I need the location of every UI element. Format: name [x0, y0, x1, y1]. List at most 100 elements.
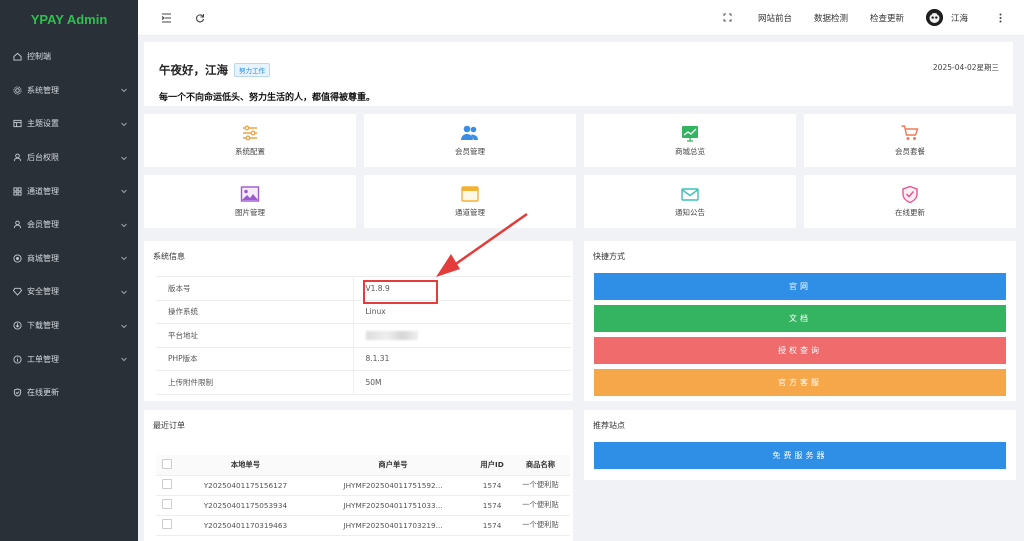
shortcut-tile[interactable]: 会员套餐 [804, 114, 1016, 167]
shortcut-tile[interactable]: 在线更新 [804, 175, 1016, 228]
info-key: 版本号 [156, 276, 354, 301]
main-content: 午夜好，江海 努力工作 2025-04-02星期三 每一个不向命运低头、努力生活… [138, 36, 1024, 541]
refresh-icon[interactable] [192, 10, 208, 26]
chart-icon [680, 124, 700, 142]
row-select-cell [156, 495, 178, 516]
quick-link-button[interactable]: 文档 [594, 305, 1006, 332]
shortcut-tile[interactable]: 系统配置 [144, 114, 356, 167]
table-row: PHP版本 8.1.31 [156, 346, 571, 371]
info-key: 操作系统 [156, 299, 354, 324]
quick-link-button[interactable]: 授权查询 [594, 337, 1006, 364]
table-row: 上传附件限制 50M [156, 370, 571, 395]
header-link-check-update[interactable]: 检查更新 [870, 12, 904, 24]
sidebar-item[interactable]: 通道管理 [0, 174, 138, 208]
shield-icon [12, 388, 22, 398]
row-select-cell [156, 515, 178, 536]
shortcut-tile[interactable]: 通道管理 [364, 175, 576, 228]
chevron-down-icon [120, 86, 128, 94]
table-cell: 1574 [473, 495, 511, 516]
layout-icon [12, 119, 22, 129]
quick-links-title: 快捷方式 [593, 252, 625, 261]
username: 江海 [950, 13, 968, 24]
sidebar-item[interactable]: 工单管理 [0, 342, 138, 376]
table-cell: 一个便利贴 [510, 495, 570, 516]
info-value-text: Linux [365, 307, 386, 317]
select-all-checkbox[interactable] [162, 458, 172, 469]
table-header-row: 本地单号 商户单号 用户ID 商品名称 [156, 455, 570, 476]
sidebar-item-label: 后台权限 [27, 153, 59, 163]
avatar [925, 9, 943, 26]
shortcut-tile[interactable]: 通知公告 [584, 175, 796, 228]
info-value-text: 50M [365, 377, 382, 387]
table-row[interactable]: Y20250401175053934 JHYMF202504011751033..… [156, 495, 570, 516]
chevron-down-icon [120, 120, 128, 128]
table-cell: Y20250401175053934 [178, 495, 313, 516]
menu-toggle-icon[interactable] [158, 10, 174, 26]
sidebar-item[interactable]: 会员管理 [0, 208, 138, 242]
system-info-title: 系统信息 [153, 252, 185, 261]
shortcut-tile[interactable]: 图片管理 [144, 175, 356, 228]
header-link-data-check[interactable]: 数据检测 [814, 12, 848, 24]
fullscreen-icon[interactable] [720, 10, 736, 26]
window-icon [460, 185, 480, 203]
quick-link-button[interactable]: 官网 [594, 273, 1006, 300]
table-cell: JHYMF202504011703219... [312, 515, 474, 536]
table-row[interactable]: Y20250401170319463 JHYMF202504011703219..… [156, 515, 570, 536]
sidebar-item-label: 商城管理 [27, 253, 59, 263]
row-checkbox[interactable] [162, 479, 172, 489]
quick-links-card: 快捷方式 官网文档授权查询官方客服 [584, 241, 1016, 401]
version-highlight-box [363, 280, 438, 304]
users-icon [460, 124, 480, 142]
chevron-down-icon [120, 288, 128, 296]
tile-label: 会员管理 [455, 147, 485, 156]
table-cell: Y20250401175156127 [178, 475, 313, 496]
sidebar-item-label: 控制端 [27, 52, 51, 62]
column-header: 本地单号 [178, 455, 313, 476]
table-cell: 一个便利贴 [510, 515, 570, 536]
info-key: PHP版本 [156, 346, 354, 371]
sidebar-item-label: 在线更新 [27, 388, 59, 398]
sidebar-item[interactable]: 商城管理 [0, 242, 138, 276]
table-cell: 1574 [473, 475, 511, 496]
user-menu[interactable]: 江海 [925, 9, 968, 26]
sidebar-item[interactable]: 控制端 [0, 40, 138, 74]
sidebar-item[interactable]: 主题设置 [0, 107, 138, 141]
sidebar-item-label: 主题设置 [27, 119, 59, 129]
shortcut-tile[interactable]: 商城总览 [584, 114, 796, 167]
status-badge: 努力工作 [234, 63, 270, 77]
sidebar-item[interactable]: 在线更新 [0, 376, 138, 410]
shortcut-tile[interactable]: 会员管理 [364, 114, 576, 167]
row-checkbox[interactable] [162, 499, 172, 509]
sidebar-item[interactable]: 后台权限 [0, 141, 138, 175]
row-checkbox[interactable] [162, 519, 172, 529]
info-key: 上传附件限制 [156, 370, 354, 395]
tile-label: 通知公告 [675, 208, 705, 217]
sidebar-item-label: 通道管理 [27, 186, 59, 196]
chevron-down-icon [120, 254, 128, 262]
recent-orders-title: 最近订单 [153, 421, 185, 430]
column-header: 商户单号 [312, 455, 474, 476]
quick-link-button[interactable]: 官方客服 [594, 369, 1006, 396]
info-value: 8.1.31 [353, 346, 571, 371]
cart-icon [900, 124, 920, 142]
orders-table: 本地单号 商户单号 用户ID 商品名称 Y20250401175156127 JH… [156, 455, 570, 536]
table-row[interactable]: Y20250401175156127 JHYMF202504011751592..… [156, 475, 570, 496]
row-select-cell [156, 475, 178, 496]
download-icon [12, 321, 22, 331]
recent-orders-card: 最近订单 本地单号 商户单号 用户ID 商品名称 Y20250401175156… [144, 410, 573, 541]
sidebar-menu: 控制端系统管理主题设置后台权限通道管理会员管理商城管理安全管理 下载管理 工单管理在… [0, 40, 138, 410]
app-logo[interactable]: YPAY Admin [0, 0, 138, 40]
more-icon[interactable] [992, 10, 1008, 26]
table-cell: 1574 [473, 515, 511, 536]
sidebar-item-label: 系统管理 [27, 85, 59, 95]
sidebar-item[interactable]: 安全管理 [0, 275, 138, 309]
info-icon [12, 354, 22, 364]
column-header: 用户ID [473, 455, 511, 476]
sliders-icon [240, 124, 260, 142]
sidebar-item[interactable]: 系统管理 [0, 74, 138, 108]
info-value [353, 323, 571, 348]
circle-icon [12, 253, 22, 263]
free-server-button[interactable]: 免费服务器 [594, 442, 1006, 469]
sidebar-item[interactable]: 下载管理 [0, 309, 138, 343]
header-link-frontend[interactable]: 网站前台 [758, 12, 792, 24]
